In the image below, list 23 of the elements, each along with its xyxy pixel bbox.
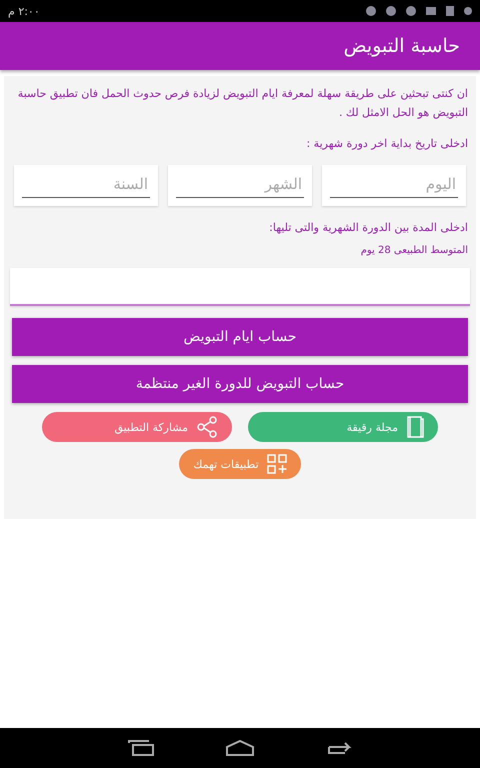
link-button[interactable]: تطبيقات تهمك (179, 449, 301, 479)
cycle-label: ادخلى المدة بين الدورة الشهرية والتى تليها: (268, 220, 468, 236)
square-icon (446, 6, 454, 16)
calculate-button[interactable]: حساب التبويض للدورة الغير منتظمة (12, 365, 468, 403)
circle-icon (464, 7, 472, 15)
date-field[interactable]: اليوم (322, 165, 466, 206)
cycle-hint: المتوسط الطبيعى 28 يوم (360, 244, 468, 258)
calculate-button[interactable]: حساب ايام التبويض (12, 318, 468, 356)
date-label: ادخلى تاريخ بداية اخر دورة شهرية : (305, 136, 468, 152)
date-field[interactable]: السنة (14, 165, 158, 206)
book-icon (406, 416, 424, 438)
app-title: حاسبة التبويض (344, 35, 460, 57)
status-time: ٢:٠٠ م (8, 4, 40, 18)
share-icon (196, 416, 218, 438)
cycle-field[interactable] (10, 268, 470, 306)
date-field[interactable]: الشهر (168, 165, 312, 206)
recents-icon[interactable] (127, 739, 155, 757)
home-icon[interactable] (225, 739, 255, 757)
image-icon (426, 7, 436, 15)
apps-icon (266, 454, 287, 474)
link-button[interactable]: مشاركة التطبيق (42, 412, 232, 442)
link-button[interactable]: مجلة رقيقة (248, 412, 438, 442)
intro-text: ان كنتى تبحثين على طريقة سهلة لمعرفة ايام التبويض لزيادة فرص حدوث الحمل فان تطبيق حاسبة التبويض هو الحل الامثل لك . (16, 86, 468, 121)
